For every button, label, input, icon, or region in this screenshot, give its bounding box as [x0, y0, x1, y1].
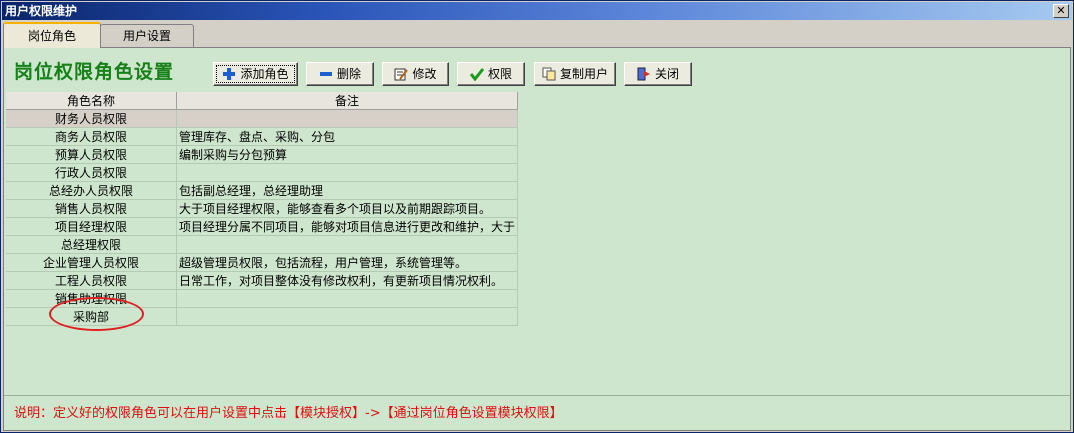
table-row[interactable]: 预算人员权限 编制采购与分包预算	[6, 145, 518, 164]
role-name-cell[interactable]: 项目经理权限	[6, 217, 177, 236]
note-cell[interactable]: 超级管理员权限，包括流程，用户管理，系统管理等。	[176, 253, 518, 272]
table-row[interactable]: 财务人员权限	[6, 109, 518, 128]
edit-button[interactable]: 修改	[382, 62, 449, 86]
edit-icon	[394, 67, 409, 81]
table-row[interactable]: 工程人员权限 日常工作，对项目整体没有修改权利，有更新项目情况权利。	[6, 271, 518, 290]
note-cell[interactable]	[176, 307, 518, 326]
table-row[interactable]: 销售人员权限 大于项目经理权限，能够查看多个项目以及前期跟踪项目。	[6, 199, 518, 218]
grid-header-row: 角色名称 备注	[6, 92, 518, 110]
close-button[interactable]: 关闭	[624, 62, 692, 86]
page-heading: 岗位权限角色设置	[14, 61, 175, 83]
role-name-cell[interactable]: 总经理权限	[6, 235, 177, 254]
roles-grid: 角色名称 备注 财务人员权限 商务人员权限 管理库存、盘点、采购、分包 预算人员权…	[6, 92, 518, 326]
role-name-cell[interactable]: 工程人员权限	[6, 271, 177, 290]
table-row[interactable]: 项目经理权限 项目经理分属不同项目，能够对项目信息进行更改和维护，大于	[6, 217, 518, 236]
footer-divider	[4, 395, 1070, 396]
annotation-circle	[49, 297, 144, 331]
footer-note: 说明：定义好的权限角色可以在用户设置中点击【模块授权】->【通过岗位角色设置模块…	[14, 406, 563, 421]
role-name-cell[interactable]: 企业管理人员权限	[6, 253, 177, 272]
note-cell[interactable]: 编制采购与分包预算	[176, 145, 518, 164]
note-cell[interactable]	[176, 109, 518, 128]
column-header-role-name[interactable]: 角色名称	[6, 92, 177, 110]
plus-icon	[222, 67, 236, 81]
check-icon	[469, 67, 485, 82]
role-name-cell[interactable]: 行政人员权限	[6, 163, 177, 182]
tab-user-settings[interactable]: 用户设置	[100, 24, 194, 48]
role-name-cell[interactable]: 预算人员权限	[6, 145, 177, 164]
permission-button[interactable]: 权限	[457, 62, 525, 86]
note-cell[interactable]	[176, 163, 518, 182]
edit-label: 修改	[412, 66, 437, 81]
note-cell[interactable]: 管理库存、盘点、采购、分包	[176, 127, 518, 146]
add-role-button[interactable]: 添加角色	[213, 62, 298, 86]
close-label: 关闭	[654, 66, 679, 81]
role-name-cell[interactable]: 财务人员权限	[6, 109, 177, 128]
delete-button[interactable]: 删除	[306, 62, 374, 86]
table-row[interactable]: 企业管理人员权限 超级管理员权限，包括流程，用户管理，系统管理等。	[6, 253, 518, 272]
note-cell[interactable]	[176, 289, 518, 308]
table-row[interactable]: 总经办人员权限 包括副总经理，总经理助理	[6, 181, 518, 200]
role-name-cell[interactable]: 销售人员权限	[6, 199, 177, 218]
permission-window: 用户权限维护 ✕ 岗位角色 用户设置 岗位权限角色设置 添加角色 删除 修改 权…	[0, 0, 1074, 433]
table-row[interactable]: 行政人员权限	[6, 163, 518, 182]
tab-roles[interactable]: 岗位角色	[3, 22, 101, 48]
note-cell[interactable]: 大于项目经理权限，能够查看多个项目以及前期跟踪项目。	[176, 199, 518, 218]
toolbar: 岗位权限角色设置 添加角色 删除 修改 权限 复制用户 关闭	[4, 48, 1070, 90]
window-title: 用户权限维护	[5, 4, 78, 18]
note-cell[interactable]: 包括副总经理，总经理助理	[176, 181, 518, 200]
exit-icon	[637, 67, 651, 81]
table-row[interactable]: 总经理权限	[6, 235, 518, 254]
permission-label: 权限	[487, 66, 512, 81]
copy-icon	[542, 67, 556, 81]
table-row[interactable]: 商务人员权限 管理库存、盘点、采购、分包	[6, 127, 518, 146]
minus-icon	[319, 67, 333, 81]
note-cell[interactable]: 日常工作，对项目整体没有修改权利，有更新项目情况权利。	[176, 271, 518, 290]
roles-panel: 岗位权限角色设置 添加角色 删除 修改 权限 复制用户 关闭 角色名称 备注 财…	[3, 47, 1071, 431]
role-name-cell[interactable]: 商务人员权限	[6, 127, 177, 146]
column-header-note[interactable]: 备注	[176, 92, 518, 110]
copy-user-button[interactable]: 复制用户	[534, 62, 616, 86]
add-role-label: 添加角色	[240, 66, 289, 81]
delete-label: 删除	[336, 66, 361, 81]
tab-strip: 岗位角色 用户设置	[3, 22, 1071, 48]
copy-user-label: 复制用户	[559, 66, 608, 81]
role-name-cell[interactable]: 总经办人员权限	[6, 181, 177, 200]
note-cell[interactable]: 项目经理分属不同项目，能够对项目信息进行更改和维护，大于	[176, 217, 518, 236]
title-bar: 用户权限维护 ✕	[2, 2, 1072, 20]
close-window-button[interactable]: ✕	[1053, 4, 1069, 18]
note-cell[interactable]	[176, 235, 518, 254]
